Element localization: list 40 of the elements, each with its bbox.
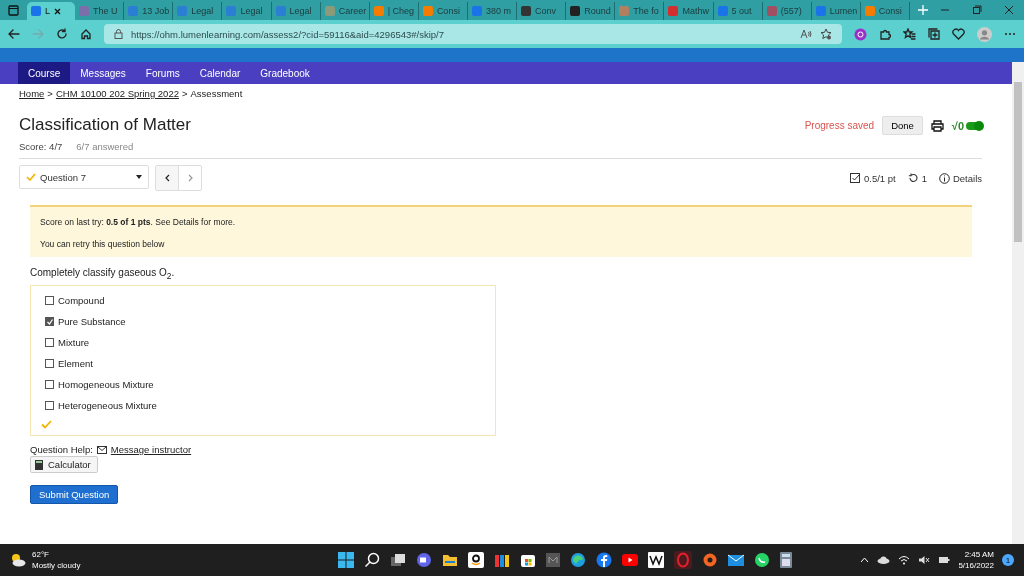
math-display-label: √0 <box>951 119 964 132</box>
breadcrumb-separator: > <box>47 88 53 99</box>
breadcrumb-separator: > <box>181 88 188 99</box>
nav-tab[interactable]: Calendar <box>189 62 251 84</box>
question-dropdown[interactable]: Question 7 <box>19 165 149 189</box>
nav-tab[interactable]: Forums <box>135 62 190 84</box>
retries-count: 1 <box>921 172 927 184</box>
notice-text: You can retry this question below <box>40 239 166 249</box>
score-text: Score: 4/7 <box>19 141 63 152</box>
clock-time: 2:45 AM <box>963 549 994 560</box>
breadcrumb-current: Assessment <box>190 88 243 99</box>
choice-label: Compound <box>58 295 105 306</box>
choice-label: Mixture <box>58 337 90 348</box>
nav-tab[interactable]: Gradebook <box>250 62 320 84</box>
answered-count: 6/7 answered <box>76 141 134 152</box>
message-link[interactable]: Message instructor <box>110 444 192 455</box>
details-link[interactable]: Details <box>938 172 982 184</box>
clock-date: 5/16/2022 <box>958 560 994 571</box>
choice-label: Element <box>58 358 93 369</box>
submit-button[interactable]: Submit Question <box>30 485 119 504</box>
address-bar[interactable]: https://ohm.lumenlearning.com/assess2/?cid=59116&aid=4296543#/skip/7 <box>104 24 842 44</box>
points-text: 0.5/1 pt <box>863 172 896 184</box>
choice-label: Pure Substance <box>58 316 126 327</box>
breadcrumb-link[interactable]: CHM 10100 202 Spring 2022 <box>55 88 179 99</box>
notification-badge[interactable]: 1 <box>1002 554 1014 566</box>
weather-text: Mostly cloudy <box>32 560 81 571</box>
choice-label: Homogeneous Mixture <box>58 379 154 390</box>
done-button[interactable]: Done <box>882 116 923 135</box>
temperature: 62°F <box>32 549 50 560</box>
choice-label: Heterogeneous Mixture <box>58 400 157 411</box>
breadcrumb-link[interactable]: Home <box>19 88 45 99</box>
browser-tab[interactable]: L <box>27 2 76 20</box>
page-title: Classification of Matter <box>19 115 191 135</box>
question-text: Completely classify gaseous O$_{2}$. <box>30 267 176 281</box>
nav-tab[interactable]: Course <box>18 62 71 84</box>
calculator-button[interactable]: Calculator <box>30 456 98 473</box>
nav-tab[interactable]: Messages <box>70 62 136 84</box>
help-label: Question Help: <box>30 444 93 455</box>
progress-status: Progress saved <box>804 120 875 131</box>
notice-text: Score on last try: 0.5 of 1 pts. See Details for more. <box>40 217 237 227</box>
